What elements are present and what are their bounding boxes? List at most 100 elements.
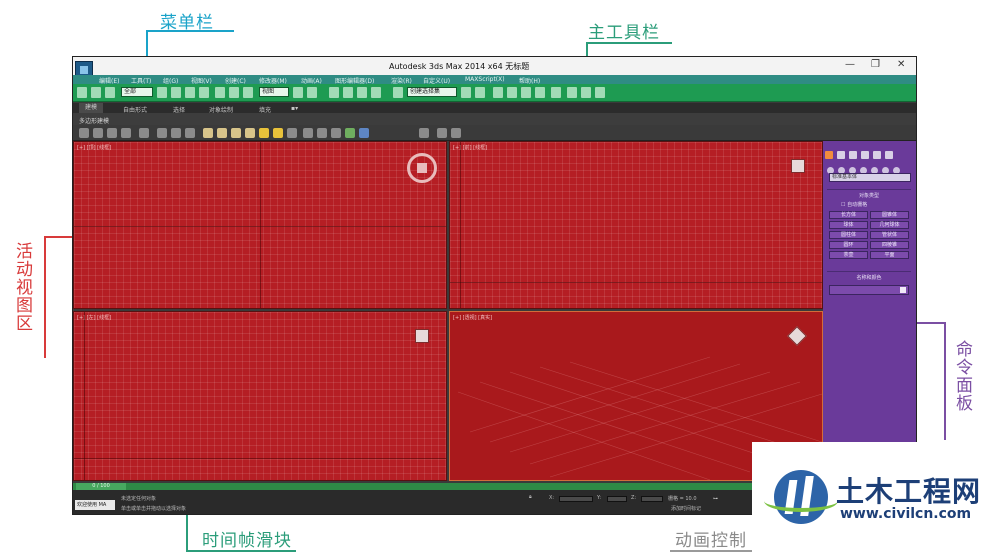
globe-icon[interactable]	[359, 128, 369, 138]
tube-button[interactable]: 管状体	[870, 231, 909, 239]
create-tab-icon[interactable]	[825, 151, 833, 159]
layer-icon[interactable]	[79, 128, 89, 138]
material-editor-icon[interactable]	[551, 87, 561, 98]
time-slider-handle[interactable]: 0 / 100	[76, 483, 126, 490]
table-icon[interactable]	[121, 128, 131, 138]
list-icon[interactable]	[107, 128, 117, 138]
spinner-snap-icon[interactable]	[371, 87, 381, 98]
display-tab-icon[interactable]	[873, 151, 881, 159]
render-setup-icon[interactable]	[567, 87, 577, 98]
rect-select-icon[interactable]	[185, 87, 195, 98]
scale-icon[interactable]	[243, 87, 253, 98]
light-icon[interactable]	[171, 128, 181, 138]
cylinder-button[interactable]: 圆柱体	[829, 231, 868, 239]
viewport-front[interactable]: [+] [前] [线框]	[449, 141, 823, 309]
link-icon[interactable]	[105, 87, 115, 98]
undo-icon[interactable]	[77, 87, 87, 98]
viewcube-front-icon[interactable]	[791, 159, 805, 173]
edit-named-sel-icon[interactable]	[393, 87, 403, 98]
minimize-button[interactable]: —	[845, 59, 855, 70]
select-by-name-icon[interactable]	[171, 87, 181, 98]
redo-icon[interactable]	[91, 87, 101, 98]
box-button[interactable]: 长方体	[829, 211, 868, 219]
ref-coord-dropdown[interactable]: 视图	[259, 87, 289, 97]
window-crossing-icon[interactable]	[199, 87, 209, 98]
explorer-icon[interactable]	[93, 128, 103, 138]
graphite-icon[interactable]	[507, 87, 517, 98]
viewport-top-label[interactable]: [+] [顶] [线框]	[77, 144, 111, 151]
menu-maxscript[interactable]: MAXScript(X)	[465, 76, 505, 83]
primitive-type-dropdown[interactable]: 标准基本体	[829, 173, 911, 182]
pyramid-button[interactable]: 四棱锥	[870, 241, 909, 249]
rotate-icon[interactable]	[229, 87, 239, 98]
snap-icon[interactable]	[329, 87, 339, 98]
ribbon-toggle-icon[interactable]: ▪▾	[291, 105, 298, 112]
torus-button[interactable]: 圆环	[829, 241, 868, 249]
viewcube-left-icon[interactable]	[415, 329, 429, 343]
pivot-icon[interactable]	[293, 87, 303, 98]
coord-z-field[interactable]	[641, 496, 663, 502]
info-icon[interactable]	[437, 128, 447, 138]
curve-editor-icon[interactable]	[521, 87, 531, 98]
teapot-button[interactable]: 茶壶	[829, 251, 868, 259]
close-button[interactable]: ✕	[897, 59, 905, 70]
geosphere-button[interactable]: 几何球体	[870, 221, 909, 229]
motion-tab-icon[interactable]	[861, 151, 869, 159]
maximize-button[interactable]: ❐	[871, 59, 880, 70]
sun-icon[interactable]	[259, 128, 269, 138]
name-color-header[interactable]: 名称和颜色	[827, 274, 911, 281]
coord-x-field[interactable]	[559, 496, 593, 502]
viewport-left[interactable]: [+] [左] [线框]	[73, 311, 447, 481]
select-object-icon[interactable]	[157, 87, 167, 98]
viewport-left-label[interactable]: [+] [左] [线框]	[77, 314, 111, 321]
render-icon[interactable]	[595, 87, 605, 98]
bone-icon[interactable]	[139, 128, 149, 138]
cone-icon[interactable]	[231, 128, 241, 138]
layer-manager-icon[interactable]	[493, 87, 503, 98]
grid-icon[interactable]	[419, 128, 429, 138]
align-icon[interactable]	[475, 87, 485, 98]
camera-icon[interactable]	[185, 128, 195, 138]
cloth-icon[interactable]	[331, 128, 341, 138]
schematic-view-icon[interactable]	[535, 87, 545, 98]
steering-wheel-icon[interactable]	[407, 153, 437, 183]
move-icon[interactable]	[215, 87, 225, 98]
plane-button[interactable]: 平面	[870, 251, 909, 259]
manipulate-icon[interactable]	[307, 87, 317, 98]
named-selection-dropdown[interactable]: 创建选择集	[407, 87, 457, 97]
helper-icon[interactable]	[157, 128, 167, 138]
utilities-tab-icon[interactable]	[885, 151, 893, 159]
annotation-toolbar-line	[586, 42, 672, 44]
add-time-tag[interactable]: 添加时间标记	[671, 505, 701, 512]
mirror-icon[interactable]	[461, 87, 471, 98]
key-icon[interactable]: ⊶	[713, 496, 718, 502]
tab-modeling[interactable]: 建模	[79, 103, 104, 113]
selection-filter-dropdown[interactable]: 全部	[121, 87, 153, 97]
teapot-icon[interactable]	[245, 128, 255, 138]
maxscript-listener[interactable]: 欢迎使用 MA	[75, 500, 115, 510]
plant-icon[interactable]	[345, 128, 355, 138]
spray-icon[interactable]	[317, 128, 327, 138]
hierarchy-tab-icon[interactable]	[849, 151, 857, 159]
cone-button[interactable]: 圆锥体	[870, 211, 909, 219]
coord-y-field[interactable]	[607, 496, 627, 502]
viewport-top[interactable]: [+] [顶] [线框]	[73, 141, 447, 309]
rendered-frame-icon[interactable]	[581, 87, 591, 98]
ribbon-panel-label[interactable]: 多边形建模	[79, 116, 109, 125]
object-type-header[interactable]: 对象类型	[827, 192, 911, 199]
sphere-button[interactable]: 球体	[829, 221, 868, 229]
sphere-icon[interactable]	[203, 128, 213, 138]
wind-icon[interactable]	[303, 128, 313, 138]
viewport-front-label[interactable]: [+] [前] [线框]	[453, 144, 487, 151]
time-slider-track[interactable]: 0 / 100	[73, 483, 753, 490]
help-icon[interactable]	[451, 128, 461, 138]
percent-snap-icon[interactable]	[357, 87, 367, 98]
modify-tab-icon[interactable]	[837, 151, 845, 159]
star-icon[interactable]	[273, 128, 283, 138]
angle-snap-icon[interactable]	[343, 87, 353, 98]
object-name-field[interactable]	[829, 285, 909, 295]
gear-icon[interactable]	[287, 128, 297, 138]
autogrid-checkbox[interactable]: ☐ 自动栅格	[841, 201, 911, 208]
hemisphere-icon[interactable]	[217, 128, 227, 138]
lock-icon[interactable]: 🔒︎	[529, 494, 532, 500]
